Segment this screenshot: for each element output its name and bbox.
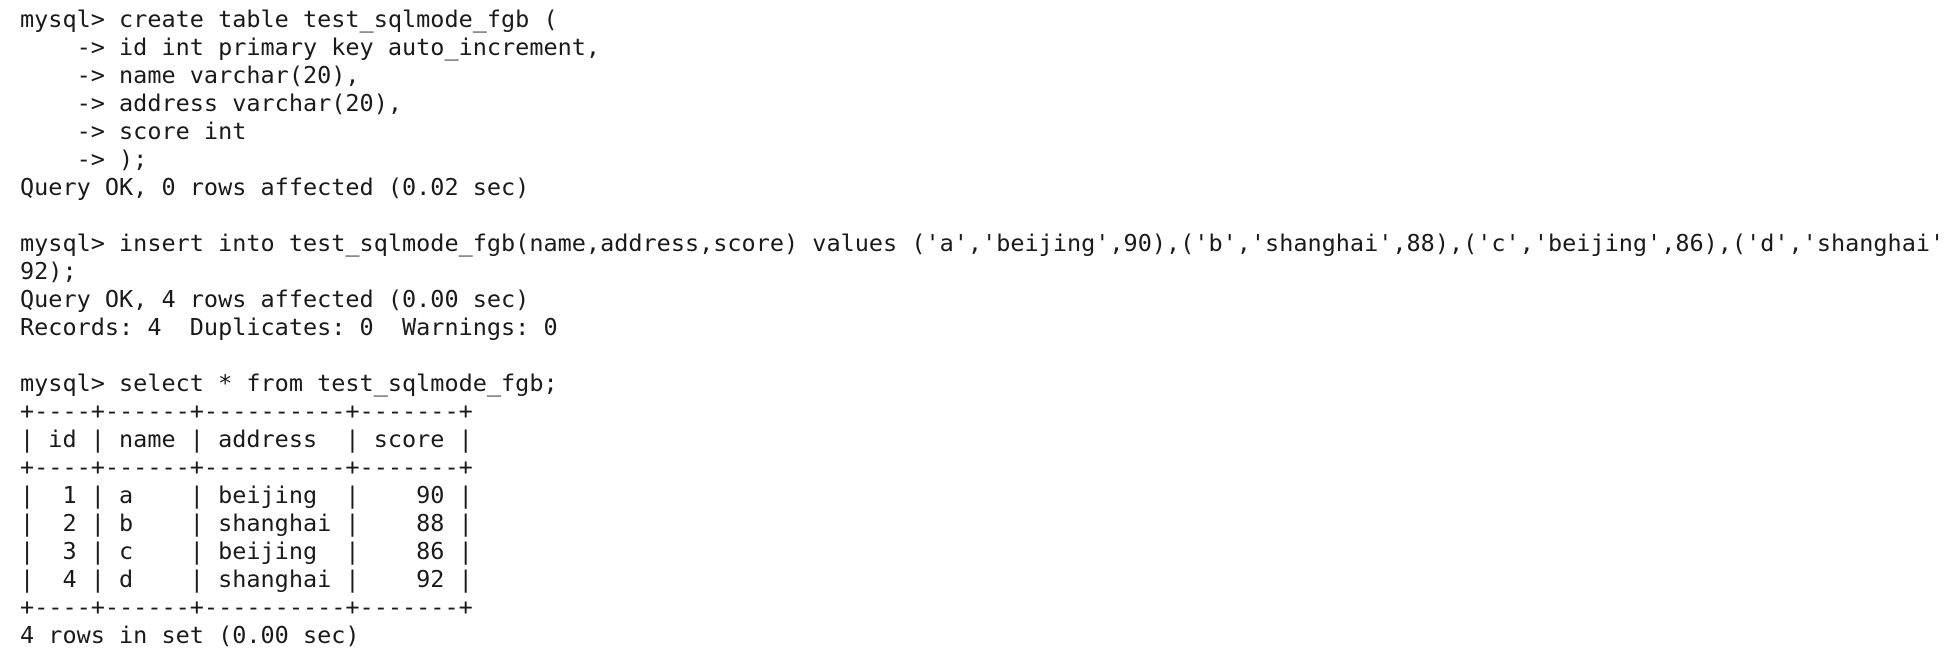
query-result-message: Query OK, 0 rows affected (0.02 sec): [20, 173, 530, 201]
table-row: | 1 | a | beijing | 90 |: [20, 481, 473, 509]
table-border: +----+------+----------+-------+: [20, 593, 473, 621]
continuation-line: -> address varchar(20),: [20, 89, 403, 117]
continuation-line: -> name varchar(20),: [20, 61, 360, 89]
table-row: | 2 | b | shanghai | 88 |: [20, 509, 473, 537]
continuation-line: -> id int primary key auto_increment,: [20, 33, 601, 61]
prompt-select: mysql> select * from test_sqlmode_fgb;: [20, 369, 558, 397]
terminal-output[interactable]: mysql> create table test_sqlmode_fgb ( -…: [0, 0, 1944, 652]
wrapped-line: 92);: [20, 257, 77, 285]
prompt-insert: mysql> insert into test_sqlmode_fgb(name…: [20, 229, 1944, 257]
table-row: | 3 | c | beijing | 86 |: [20, 537, 473, 565]
table-row: | 4 | d | shanghai | 92 |: [20, 565, 473, 593]
continuation-line: -> );: [20, 145, 148, 173]
table-border: +----+------+----------+-------+: [20, 397, 473, 425]
prompt-create-table: mysql> create table test_sqlmode_fgb (: [20, 5, 558, 33]
records-summary: Records: 4 Duplicates: 0 Warnings: 0: [20, 313, 558, 341]
continuation-line: -> score int: [20, 117, 247, 145]
table-border: +----+------+----------+-------+: [20, 453, 473, 481]
query-result-message: Query OK, 4 rows affected (0.00 sec): [20, 285, 530, 313]
table-header-row: | id | name | address | score |: [20, 425, 473, 453]
rows-in-set-message: 4 rows in set (0.00 sec): [20, 621, 360, 649]
